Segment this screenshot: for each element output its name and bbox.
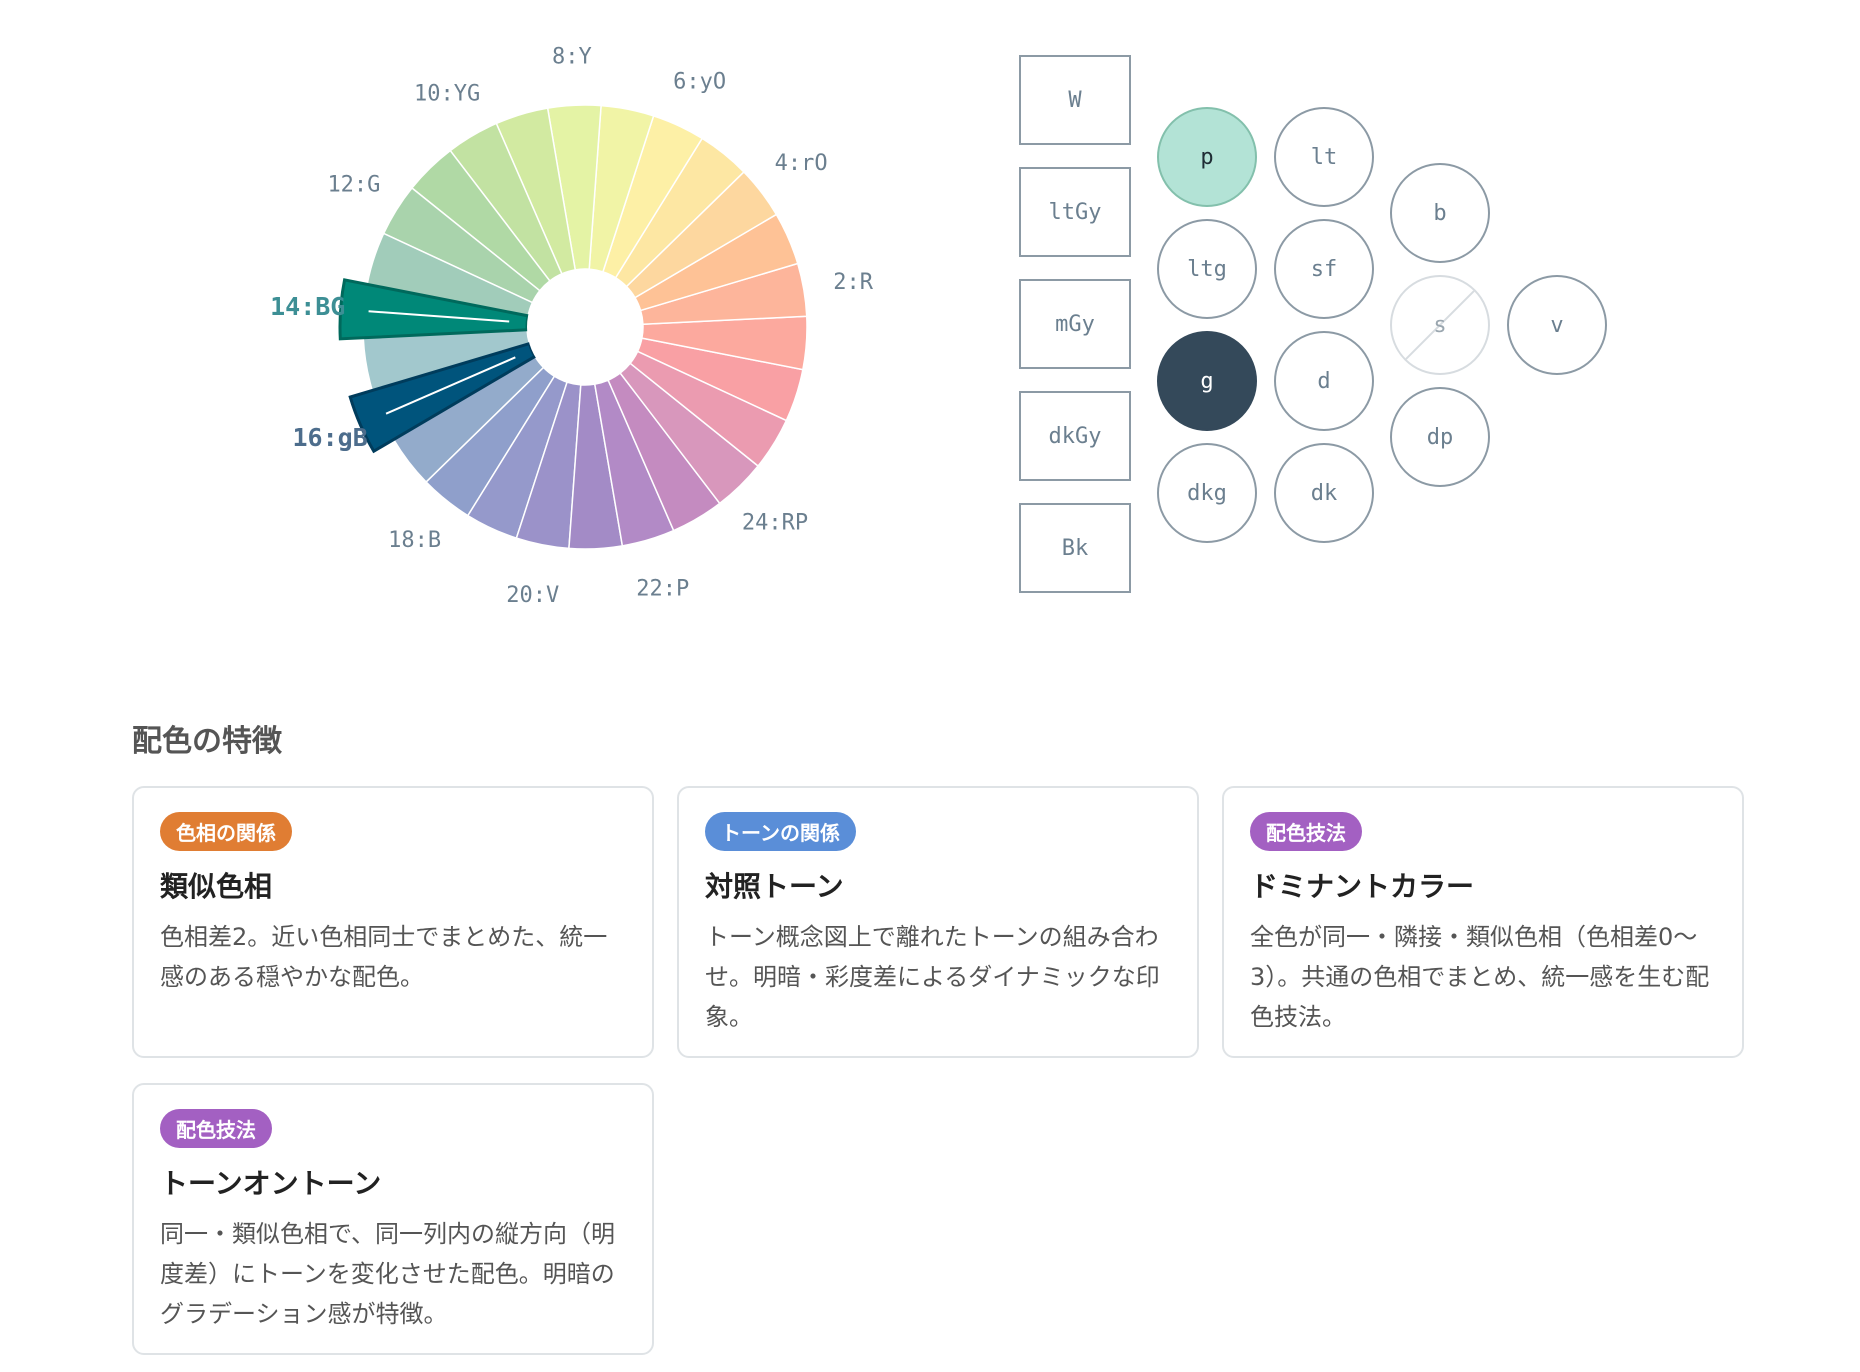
- card-badge: 配色技法: [160, 1109, 272, 1148]
- section-title: 配色の特徴: [132, 724, 282, 759]
- hue-label: 16:gB: [292, 423, 367, 452]
- hue-label: 8:Y: [552, 44, 592, 69]
- hue-wheel-center: [527, 269, 643, 385]
- tone-ltg[interactable]: ltg: [1157, 219, 1257, 319]
- hue-label: 6:yO: [673, 69, 726, 94]
- card-title: ドミナントカラー: [1250, 870, 1475, 903]
- tone-g[interactable]: g: [1157, 331, 1257, 431]
- feature-card: 配色技法 トーンオントーン 同一・類似色相で、同一列内の縦方向（明度差）にトーン…: [132, 1083, 654, 1355]
- hue-label: 12:G: [327, 172, 380, 197]
- tone-dkgy[interactable]: dkGy: [1019, 391, 1131, 481]
- hue-label: 18:B: [388, 528, 441, 553]
- hue-wheel: 2:R 4:rO 6:yO 8:Y 10:YG 12:G 14:BG 16:gB 18:B 20:…: [270, 44, 874, 608]
- tone-w[interactable]: W: [1019, 55, 1131, 145]
- card-badge: 配色技法: [1250, 812, 1362, 851]
- hue-label: 10:YG: [414, 82, 480, 107]
- feature-card: 配色技法 ドミナントカラー 全色が同一・隣接・類似色相（色相差0〜3）。共通の色…: [1222, 786, 1744, 1058]
- card-title: 対照トーン: [705, 870, 844, 903]
- hue-label: 4:rO: [775, 151, 828, 176]
- tone-d[interactable]: d: [1274, 331, 1374, 431]
- tone-ltgy[interactable]: ltGy: [1019, 167, 1131, 257]
- hue-label: 20:V: [506, 583, 559, 608]
- card-title: 類似色相: [160, 870, 273, 903]
- card-description: 色相差2。近い色相同士でまとめた、統一感のある穏やかな配色。: [160, 923, 608, 991]
- tone-dkg[interactable]: dkg: [1157, 443, 1257, 543]
- tone-sf[interactable]: sf: [1274, 219, 1374, 319]
- tone-bk[interactable]: Bk: [1019, 503, 1131, 593]
- card-badge: トーンの関係: [705, 812, 856, 851]
- card-description: 同一・類似色相で、同一列内の縦方向（明度差）にトーンを変化させた配色。明暗のグラ…: [160, 1220, 616, 1328]
- tone-v[interactable]: v: [1507, 275, 1607, 375]
- hue-label: 14:BG: [270, 292, 345, 321]
- tone-b[interactable]: b: [1390, 163, 1490, 263]
- tone-s[interactable]: s: [1390, 275, 1490, 375]
- card-description: 全色が同一・隣接・類似色相（色相差0〜3）。共通の色相でまとめ、統一感を生む配色…: [1250, 923, 1710, 1031]
- card-title: トーンオントーン: [160, 1167, 382, 1200]
- hue-wheel-segments: [338, 104, 808, 550]
- tone-dk[interactable]: dk: [1274, 443, 1374, 543]
- feature-card: トーンの関係 対照トーン トーン概念図上で離れたトーンの組み合わせ。明暗・彩度差…: [677, 786, 1199, 1058]
- card-description: トーン概念図上で離れたトーンの組み合わせ。明暗・彩度差によるダイナミックな印象。: [705, 923, 1160, 1031]
- tone-dp[interactable]: dp: [1390, 387, 1490, 487]
- tone-lt[interactable]: lt: [1274, 107, 1374, 207]
- hue-label: 22:P: [636, 577, 689, 602]
- hue-label: 24:RP: [742, 511, 808, 536]
- hue-label: 2:R: [833, 270, 873, 295]
- card-badge: 色相の関係: [160, 812, 292, 851]
- feature-card: 色相の関係 類似色相 色相差2。近い色相同士でまとめた、統一感のある穏やかな配色…: [132, 786, 654, 1058]
- tone-mgy[interactable]: mGy: [1019, 279, 1131, 369]
- tone-p[interactable]: p: [1157, 107, 1257, 207]
